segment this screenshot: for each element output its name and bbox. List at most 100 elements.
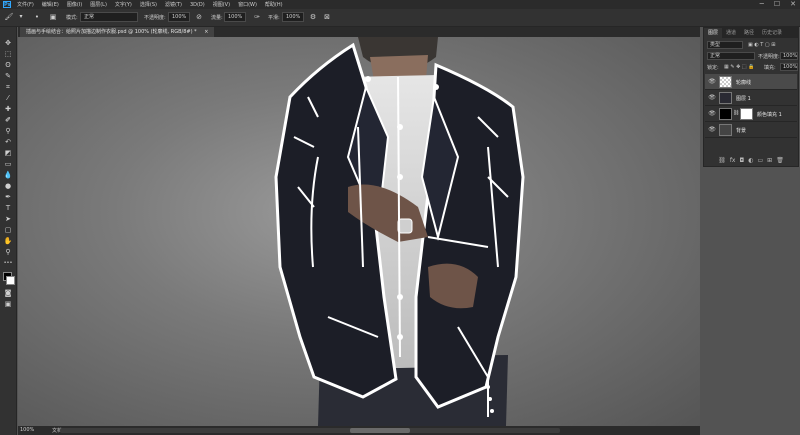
- tab-channels[interactable]: 通道: [722, 28, 740, 38]
- blend-mode-value: 正常: [710, 53, 721, 59]
- layer-row[interactable]: 👁 背景: [705, 122, 797, 138]
- mode-select[interactable]: 正常: [80, 12, 138, 22]
- eyedropper-tool-icon[interactable]: ⁄: [3, 94, 13, 102]
- eye-icon[interactable]: 👁: [708, 110, 716, 118]
- horizontal-scrollbar[interactable]: [60, 428, 560, 433]
- brush-size-icon[interactable]: •: [32, 12, 42, 22]
- document-canvas[interactable]: [18, 37, 700, 426]
- pressure-opacity-icon[interactable]: ⊘: [194, 12, 204, 22]
- brush-panel-icon[interactable]: ▣: [48, 12, 58, 22]
- blur-tool-icon[interactable]: 💧: [3, 171, 13, 179]
- menu-edit[interactable]: 编辑(E): [42, 1, 59, 8]
- tab-layers[interactable]: 图层: [704, 28, 723, 38]
- menu-layer[interactable]: 图层(L): [90, 1, 107, 8]
- layer-opacity-field[interactable]: 100%: [780, 52, 798, 60]
- close-tab-icon[interactable]: ×: [204, 29, 208, 35]
- layer-mask-thumbnail[interactable]: [740, 108, 753, 120]
- rectangle-tool-icon[interactable]: ▢: [3, 226, 13, 234]
- eye-icon[interactable]: 👁: [708, 78, 716, 86]
- eye-icon[interactable]: 👁: [708, 94, 716, 102]
- new-group-icon[interactable]: ▭: [757, 156, 763, 166]
- adjustment-layer-icon[interactable]: ◐: [748, 156, 753, 166]
- flow-label: 流量:: [211, 15, 223, 21]
- dodge-tool-icon[interactable]: ●: [3, 182, 13, 190]
- blend-mode-select[interactable]: 正常: [707, 52, 755, 60]
- mode-label: 模式:: [66, 15, 78, 21]
- flow-field[interactable]: 100%: [224, 12, 246, 22]
- layer-row[interactable]: 👁 ⛓ 颜色填充 1: [705, 106, 797, 122]
- photoshop-logo-icon: Ps: [3, 1, 11, 8]
- zoom-level[interactable]: 100%: [20, 427, 34, 433]
- document-tab[interactable]: 插画与手绘结合：给照片加描边制作衣服.psd @ 100% (轮廓线, RGB/…: [20, 27, 215, 37]
- screen-mode-icon[interactable]: ▣: [3, 300, 13, 308]
- menu-view[interactable]: 视图(V): [213, 1, 230, 8]
- lasso-tool-icon[interactable]: ʘ: [3, 61, 13, 69]
- hand-tool-icon[interactable]: ✋: [3, 237, 13, 245]
- more-tools-icon[interactable]: •••: [3, 259, 13, 267]
- pen-tool-icon[interactable]: ✒: [3, 193, 13, 201]
- layer-thumbnail: [719, 76, 732, 88]
- marquee-tool-icon[interactable]: ⬚: [3, 50, 13, 58]
- path-select-tool-icon[interactable]: ➤: [3, 215, 13, 223]
- flow-value: 100%: [228, 14, 243, 20]
- scrollbar-thumb[interactable]: [350, 428, 410, 433]
- layer-thumbnail: [719, 108, 732, 120]
- chevron-down-icon[interactable]: ▾: [16, 12, 26, 22]
- move-tool-icon[interactable]: ✥: [3, 39, 13, 47]
- link-layers-icon[interactable]: ⛓: [718, 156, 726, 166]
- menu-filter[interactable]: 滤镜(T): [165, 1, 182, 8]
- layer-filter-row: 类型 ▣ ◐ T ▢ ⊞: [704, 40, 798, 50]
- close-icon[interactable]: ✕: [790, 0, 796, 9]
- lock-icons[interactable]: ▦ ✎ ✥ ⬚ 🔒: [724, 64, 754, 70]
- quick-mask-icon[interactable]: ◙: [3, 289, 13, 297]
- tab-paths[interactable]: 路径: [740, 28, 758, 38]
- fx-icon[interactable]: fx: [730, 156, 736, 166]
- airbrush-icon[interactable]: ✑: [252, 12, 262, 22]
- maximize-icon[interactable]: ☐: [774, 0, 780, 9]
- brush-tool-icon[interactable]: ✐: [3, 116, 13, 124]
- tab-history[interactable]: 历史记录: [758, 28, 786, 38]
- window-controls: ─ ☐ ✕: [760, 0, 796, 9]
- brush-tool-icon[interactable]: 🖌: [4, 12, 14, 22]
- new-layer-icon[interactable]: ⊞: [767, 156, 772, 166]
- layer-name: 轮廓线: [736, 80, 752, 86]
- healing-brush-tool-icon[interactable]: ✚: [3, 105, 13, 113]
- gradient-tool-icon[interactable]: ▭: [3, 160, 13, 168]
- layer-thumbnail: [719, 92, 732, 104]
- menu-help[interactable]: 帮助(H): [265, 1, 283, 8]
- opacity-field[interactable]: 100%: [168, 12, 190, 22]
- mode-value: 正常: [84, 14, 95, 20]
- crop-tool-icon[interactable]: ⌗: [3, 83, 13, 91]
- fill-field[interactable]: 100%: [780, 63, 798, 71]
- minimize-icon[interactable]: ─: [760, 0, 764, 9]
- opacity-label: 不透明度:: [144, 15, 166, 21]
- menu-file[interactable]: 文件(F): [17, 1, 34, 8]
- background-color-swatch[interactable]: [6, 276, 15, 285]
- layer-name: 颜色填充 1: [757, 112, 782, 118]
- layer-opacity-value: 100%: [783, 53, 798, 59]
- menu-image[interactable]: 图像(I): [67, 1, 82, 8]
- menu-window[interactable]: 窗口(W): [238, 1, 257, 8]
- trash-icon[interactable]: 🗑: [776, 156, 784, 166]
- quick-select-tool-icon[interactable]: ✎: [3, 72, 13, 80]
- eye-icon[interactable]: 👁: [708, 126, 716, 134]
- layer-opacity-label: 不透明度:: [758, 54, 780, 60]
- options-bar: 🖌 ▾ • ▣ 模式: 正常 不透明度: 100% ⊘ 流量: 100% ✑ 平…: [0, 9, 800, 27]
- add-mask-icon[interactable]: ◘: [739, 156, 744, 166]
- symmetry-icon[interactable]: ⊠: [322, 12, 332, 22]
- type-tool-icon[interactable]: T: [3, 204, 13, 212]
- menu-type[interactable]: 文字(Y): [115, 1, 132, 8]
- filter-icons[interactable]: ▣ ◐ T ▢ ⊞: [748, 42, 775, 48]
- smoothing-field[interactable]: 100%: [282, 12, 304, 22]
- clone-stamp-tool-icon[interactable]: ⚲: [3, 127, 13, 135]
- lock-label: 锁定:: [707, 65, 719, 71]
- menu-select[interactable]: 选择(S): [140, 1, 157, 8]
- gear-icon[interactable]: ⚙: [308, 12, 318, 22]
- layer-row[interactable]: 👁 轮廓线: [705, 74, 797, 90]
- layer-kind-filter[interactable]: 类型: [707, 41, 743, 49]
- menu-3d[interactable]: 3D(D): [190, 2, 205, 8]
- history-brush-tool-icon[interactable]: ↶: [3, 138, 13, 146]
- layer-row[interactable]: 👁 图层 1: [705, 90, 797, 106]
- zoom-tool-icon[interactable]: ⚲: [3, 248, 13, 256]
- eraser-tool-icon[interactable]: ◩: [3, 149, 13, 157]
